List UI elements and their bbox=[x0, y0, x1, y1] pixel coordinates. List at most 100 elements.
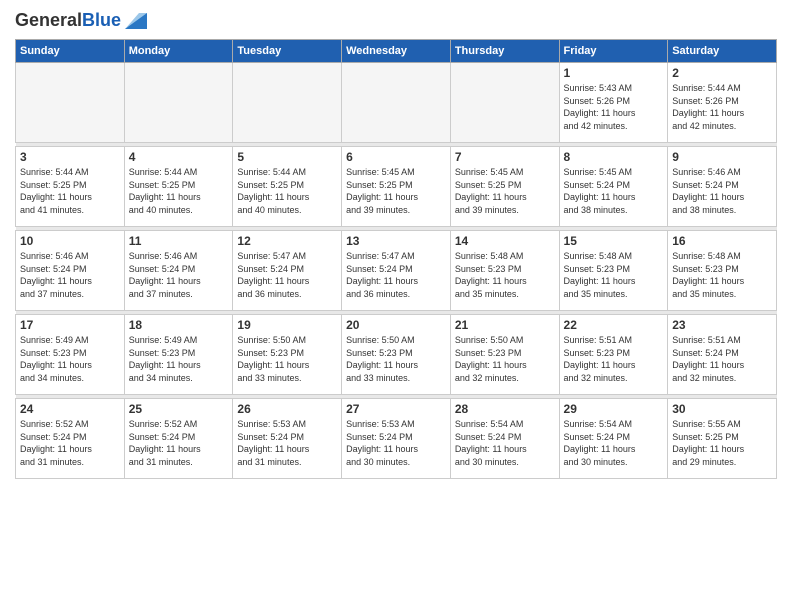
day-info: Sunrise: 5:50 AM Sunset: 5:23 PM Dayligh… bbox=[237, 334, 337, 384]
day-info: Sunrise: 5:44 AM Sunset: 5:26 PM Dayligh… bbox=[672, 82, 772, 132]
calendar-day: 10 Sunrise: 5:46 AM Sunset: 5:24 PM Dayli… bbox=[16, 231, 125, 311]
day-number: 24 bbox=[20, 402, 120, 416]
day-info: Sunrise: 5:52 AM Sunset: 5:24 PM Dayligh… bbox=[129, 418, 229, 468]
day-number: 15 bbox=[564, 234, 664, 248]
calendar-week-row: 17 Sunrise: 5:49 AM Sunset: 5:23 PM Dayli… bbox=[16, 315, 777, 395]
weekday-header-row: SundayMondayTuesdayWednesdayThursdayFrid… bbox=[16, 40, 777, 63]
calendar-week-row: 3 Sunrise: 5:44 AM Sunset: 5:25 PM Daylig… bbox=[16, 147, 777, 227]
day-number: 14 bbox=[455, 234, 555, 248]
calendar-table: SundayMondayTuesdayWednesdayThursdayFrid… bbox=[15, 39, 777, 479]
day-info: Sunrise: 5:49 AM Sunset: 5:23 PM Dayligh… bbox=[20, 334, 120, 384]
day-number: 18 bbox=[129, 318, 229, 332]
day-number: 29 bbox=[564, 402, 664, 416]
day-number: 6 bbox=[346, 150, 446, 164]
calendar-day bbox=[16, 63, 125, 143]
calendar-day: 5Sunrise: 5:44 AM Sunset: 5:25 PM Daylig… bbox=[233, 147, 342, 227]
day-number: 7 bbox=[455, 150, 555, 164]
day-number: 12 bbox=[237, 234, 337, 248]
day-number: 23 bbox=[672, 318, 772, 332]
day-number: 27 bbox=[346, 402, 446, 416]
day-number: 3 bbox=[20, 150, 120, 164]
day-info: Sunrise: 5:46 AM Sunset: 5:24 PM Dayligh… bbox=[129, 250, 229, 300]
calendar-day bbox=[450, 63, 559, 143]
day-info: Sunrise: 5:47 AM Sunset: 5:24 PM Dayligh… bbox=[237, 250, 337, 300]
day-info: Sunrise: 5:48 AM Sunset: 5:23 PM Dayligh… bbox=[455, 250, 555, 300]
day-number: 28 bbox=[455, 402, 555, 416]
day-info: Sunrise: 5:45 AM Sunset: 5:25 PM Dayligh… bbox=[455, 166, 555, 216]
day-info: Sunrise: 5:53 AM Sunset: 5:24 PM Dayligh… bbox=[346, 418, 446, 468]
weekday-header-monday: Monday bbox=[124, 40, 233, 63]
day-number: 17 bbox=[20, 318, 120, 332]
calendar-day bbox=[124, 63, 233, 143]
calendar-day: 4 Sunrise: 5:44 AM Sunset: 5:25 PM Daylig… bbox=[124, 147, 233, 227]
calendar-week-row: 1 Sunrise: 5:43 AM Sunset: 5:26 PM Daylig… bbox=[16, 63, 777, 143]
day-info: Sunrise: 5:45 AM Sunset: 5:25 PM Dayligh… bbox=[346, 166, 446, 216]
day-number: 13 bbox=[346, 234, 446, 248]
calendar-day: 25 Sunrise: 5:52 AM Sunset: 5:24 PM Dayli… bbox=[124, 399, 233, 479]
day-number: 11 bbox=[129, 234, 229, 248]
day-number: 8 bbox=[564, 150, 664, 164]
day-info: Sunrise: 5:54 AM Sunset: 5:24 PM Dayligh… bbox=[564, 418, 664, 468]
calendar-week-row: 24 Sunrise: 5:52 AM Sunset: 5:24 PM Dayli… bbox=[16, 399, 777, 479]
day-number: 5 bbox=[237, 150, 337, 164]
calendar-day: 19 Sunrise: 5:50 AM Sunset: 5:23 PM Dayli… bbox=[233, 315, 342, 395]
day-number: 16 bbox=[672, 234, 772, 248]
calendar-day: 9Sunrise: 5:46 AM Sunset: 5:24 PM Daylig… bbox=[668, 147, 777, 227]
calendar-day: 14 Sunrise: 5:48 AM Sunset: 5:23 PM Dayli… bbox=[450, 231, 559, 311]
calendar-day bbox=[342, 63, 451, 143]
calendar-day: 3 Sunrise: 5:44 AM Sunset: 5:25 PM Daylig… bbox=[16, 147, 125, 227]
day-number: 4 bbox=[129, 150, 229, 164]
calendar-day: 29 Sunrise: 5:54 AM Sunset: 5:24 PM Dayli… bbox=[559, 399, 668, 479]
calendar-day: 18 Sunrise: 5:49 AM Sunset: 5:23 PM Dayli… bbox=[124, 315, 233, 395]
calendar-day: 1 Sunrise: 5:43 AM Sunset: 5:26 PM Daylig… bbox=[559, 63, 668, 143]
day-info: Sunrise: 5:51 AM Sunset: 5:23 PM Dayligh… bbox=[564, 334, 664, 384]
day-number: 26 bbox=[237, 402, 337, 416]
day-info: Sunrise: 5:46 AM Sunset: 5:24 PM Dayligh… bbox=[20, 250, 120, 300]
day-info: Sunrise: 5:48 AM Sunset: 5:23 PM Dayligh… bbox=[564, 250, 664, 300]
calendar-week-row: 10 Sunrise: 5:46 AM Sunset: 5:24 PM Dayli… bbox=[16, 231, 777, 311]
day-number: 1 bbox=[564, 66, 664, 80]
day-info: Sunrise: 5:46 AM Sunset: 5:24 PM Dayligh… bbox=[672, 166, 772, 216]
day-info: Sunrise: 5:44 AM Sunset: 5:25 PM Dayligh… bbox=[20, 166, 120, 216]
calendar-day: 15 Sunrise: 5:48 AM Sunset: 5:23 PM Dayli… bbox=[559, 231, 668, 311]
calendar-day: 26 Sunrise: 5:53 AM Sunset: 5:24 PM Dayli… bbox=[233, 399, 342, 479]
weekday-header-sunday: Sunday bbox=[16, 40, 125, 63]
calendar-day: 17 Sunrise: 5:49 AM Sunset: 5:23 PM Dayli… bbox=[16, 315, 125, 395]
day-info: Sunrise: 5:49 AM Sunset: 5:23 PM Dayligh… bbox=[129, 334, 229, 384]
day-number: 21 bbox=[455, 318, 555, 332]
day-number: 20 bbox=[346, 318, 446, 332]
day-number: 2 bbox=[672, 66, 772, 80]
logo: GeneralBlue bbox=[15, 10, 147, 31]
page-header: GeneralBlue bbox=[15, 10, 777, 31]
weekday-header-saturday: Saturday bbox=[668, 40, 777, 63]
day-info: Sunrise: 5:48 AM Sunset: 5:23 PM Dayligh… bbox=[672, 250, 772, 300]
calendar-day: 7 Sunrise: 5:45 AM Sunset: 5:25 PM Daylig… bbox=[450, 147, 559, 227]
calendar-day: 28Sunrise: 5:54 AM Sunset: 5:24 PM Dayli… bbox=[450, 399, 559, 479]
day-number: 10 bbox=[20, 234, 120, 248]
day-info: Sunrise: 5:50 AM Sunset: 5:23 PM Dayligh… bbox=[455, 334, 555, 384]
day-info: Sunrise: 5:51 AM Sunset: 5:24 PM Dayligh… bbox=[672, 334, 772, 384]
day-info: Sunrise: 5:53 AM Sunset: 5:24 PM Dayligh… bbox=[237, 418, 337, 468]
day-number: 19 bbox=[237, 318, 337, 332]
day-info: Sunrise: 5:50 AM Sunset: 5:23 PM Dayligh… bbox=[346, 334, 446, 384]
calendar-day: 27 Sunrise: 5:53 AM Sunset: 5:24 PM Dayli… bbox=[342, 399, 451, 479]
calendar-day: 6 Sunrise: 5:45 AM Sunset: 5:25 PM Daylig… bbox=[342, 147, 451, 227]
weekday-header-tuesday: Tuesday bbox=[233, 40, 342, 63]
calendar-day: 22 Sunrise: 5:51 AM Sunset: 5:23 PM Dayli… bbox=[559, 315, 668, 395]
day-info: Sunrise: 5:44 AM Sunset: 5:25 PM Dayligh… bbox=[129, 166, 229, 216]
calendar-day: 30Sunrise: 5:55 AM Sunset: 5:25 PM Dayli… bbox=[668, 399, 777, 479]
calendar-day: 2 Sunrise: 5:44 AM Sunset: 5:26 PM Daylig… bbox=[668, 63, 777, 143]
weekday-header-wednesday: Wednesday bbox=[342, 40, 451, 63]
calendar-day: 12 Sunrise: 5:47 AM Sunset: 5:24 PM Dayli… bbox=[233, 231, 342, 311]
day-info: Sunrise: 5:47 AM Sunset: 5:24 PM Dayligh… bbox=[346, 250, 446, 300]
calendar-day bbox=[233, 63, 342, 143]
day-info: Sunrise: 5:55 AM Sunset: 5:25 PM Dayligh… bbox=[672, 418, 772, 468]
weekday-header-friday: Friday bbox=[559, 40, 668, 63]
calendar-day: 16 Sunrise: 5:48 AM Sunset: 5:23 PM Dayli… bbox=[668, 231, 777, 311]
calendar-day: 20 Sunrise: 5:50 AM Sunset: 5:23 PM Dayli… bbox=[342, 315, 451, 395]
day-number: 25 bbox=[129, 402, 229, 416]
calendar-day: 21 Sunrise: 5:50 AM Sunset: 5:23 PM Dayli… bbox=[450, 315, 559, 395]
day-number: 22 bbox=[564, 318, 664, 332]
weekday-header-thursday: Thursday bbox=[450, 40, 559, 63]
day-info: Sunrise: 5:43 AM Sunset: 5:26 PM Dayligh… bbox=[564, 82, 664, 132]
